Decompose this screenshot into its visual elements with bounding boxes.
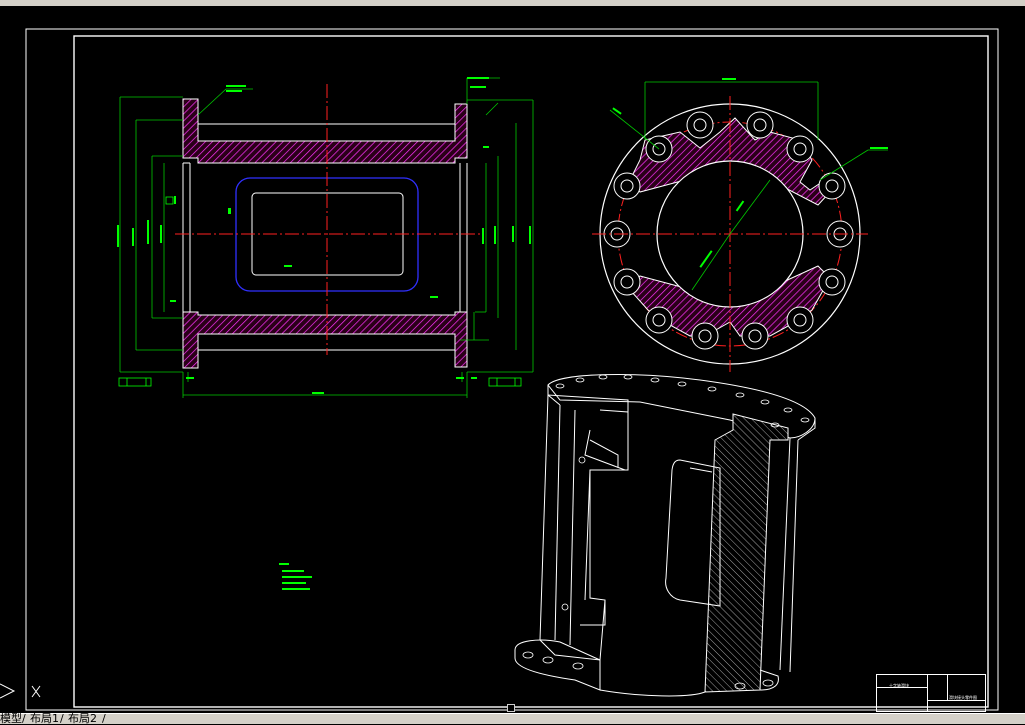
tab-model[interactable]: 模型 (0, 713, 22, 725)
tab-separator-1: / (22, 712, 26, 725)
tab-layout1-label: 布局1 (30, 712, 59, 725)
inner-frame (73, 35, 989, 708)
tab-model-label: 模型 (0, 712, 22, 725)
technical-notes (279, 563, 312, 590)
title-block: 十字轴滑块 滑块接头零件图 (876, 674, 986, 712)
end-view (592, 78, 888, 372)
isometric-view (514, 374, 816, 697)
scroll-marker[interactable] (507, 704, 515, 712)
tab-layout1[interactable]: 布局1 (30, 713, 59, 725)
tab-separator-3: / (102, 712, 106, 725)
tab-separator-2: / (60, 712, 64, 725)
section-view (117, 77, 534, 398)
title-block-part-name: 滑块接头零件图 (949, 695, 977, 700)
drawing-canvas[interactable]: 十字轴滑块 滑块接头零件图 (0, 6, 1025, 713)
title-block-title: 十字轴滑块 (889, 683, 909, 688)
tab-layout2[interactable]: 布局2 (68, 713, 97, 725)
tab-layout2-label: 布局2 (68, 712, 97, 725)
ucs-axis-icon (0, 683, 41, 699)
cad-drawing (0, 28, 999, 711)
layout-tab-bar: 模型 / 布局1 / 布局2 / (0, 712, 1025, 725)
outer-frame (25, 28, 999, 711)
